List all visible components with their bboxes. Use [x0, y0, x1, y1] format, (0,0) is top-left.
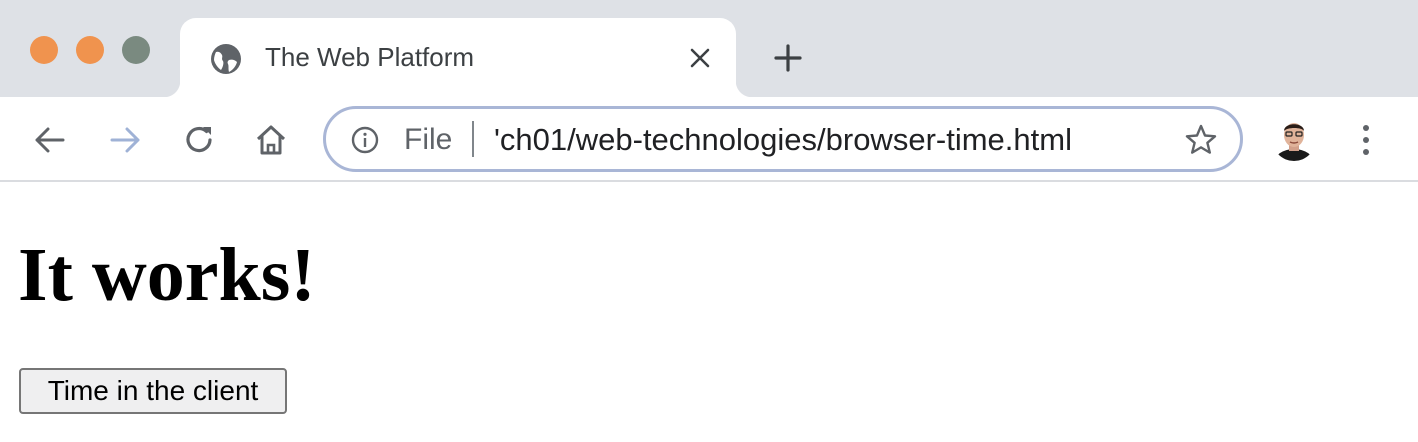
tab-strip: The Web Platform [0, 0, 1418, 97]
kebab-menu-icon[interactable] [1352, 121, 1380, 159]
star-icon[interactable] [1184, 123, 1218, 157]
window-close-button[interactable] [30, 36, 58, 64]
window-maximize-button[interactable] [122, 36, 150, 64]
globe-icon [211, 44, 241, 74]
url-text[interactable]: 'ch01/web-technologies/browser-time.html [494, 122, 1072, 158]
toolbar: File 'ch01/web-technologies/browser-time… [0, 97, 1418, 182]
close-icon[interactable] [688, 46, 712, 70]
scheme-label: File [404, 123, 453, 156]
avatar[interactable] [1272, 117, 1316, 161]
window-minimize-button[interactable] [76, 36, 104, 64]
home-icon[interactable] [252, 121, 290, 159]
arrow-left-icon[interactable] [31, 121, 69, 159]
info-icon[interactable] [351, 126, 379, 154]
tab-active[interactable]: The Web Platform [164, 18, 752, 97]
omnibox-divider [472, 121, 474, 157]
arrow-right-icon[interactable] [106, 121, 144, 159]
tab-title: The Web Platform [265, 42, 475, 72]
page-content: It works! Time in the client [0, 184, 1418, 442]
time-in-client-button[interactable]: Time in the client [19, 368, 287, 414]
reload-icon[interactable] [180, 121, 218, 159]
new-tab-button[interactable] [770, 40, 806, 76]
page-heading: It works! [18, 233, 316, 317]
address-bar[interactable]: File 'ch01/web-technologies/browser-time… [323, 106, 1243, 172]
